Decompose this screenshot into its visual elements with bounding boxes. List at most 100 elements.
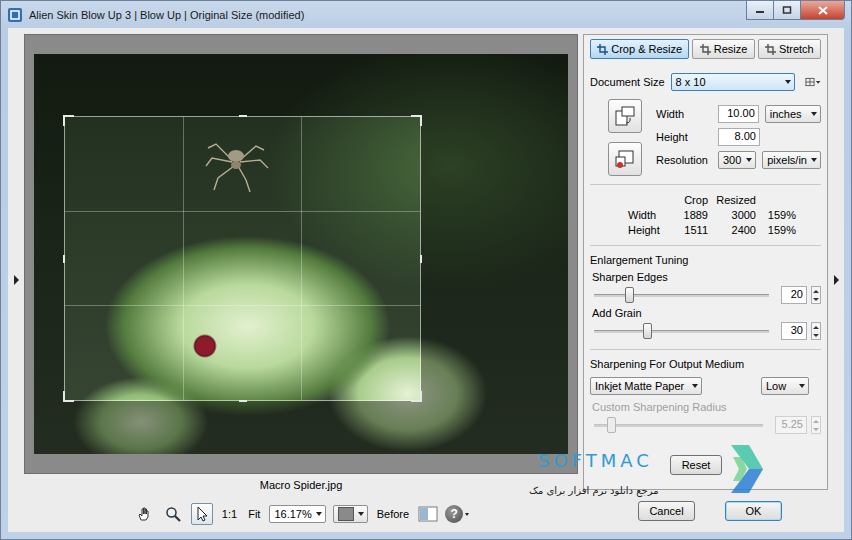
resolution-units-dropdown[interactable]: pixels/in [762,151,821,169]
help-button[interactable]: ? [445,505,469,523]
resized-cell: 2400 [708,224,756,236]
hand-tool[interactable] [133,503,155,525]
actual-size-button[interactable]: 1:1 [220,506,239,522]
crop-handle[interactable] [411,115,422,126]
column-header: Resized [708,194,756,206]
preview-column: Macro Spider.jpg1:1Fit16.17%Before? [24,28,578,532]
grid-line [183,117,184,400]
slider-thumb[interactable] [625,287,634,303]
crop-handle[interactable] [239,400,247,402]
dropdown-arrow-icon [811,112,817,116]
resolution-dropdown[interactable]: 300 [718,151,756,169]
crop-box[interactable] [64,116,421,401]
document-size-dropdown[interactable]: 8 x 10 [671,73,795,91]
mode-tabs: Crop & ResizeResizeStretch [590,39,821,59]
slider-track[interactable] [594,322,769,340]
slider-value[interactable]: 5.25 [775,416,807,434]
background-color-dropdown[interactable] [333,505,368,523]
height-row: Height 8.00 [656,128,821,146]
table-row: Height15112400159% [628,223,821,237]
split-view-icon[interactable] [418,505,438,523]
mode-tab[interactable]: Crop & Resize [590,39,689,59]
dialog-button[interactable]: OK [725,501,782,521]
slider-group: Sharpen Edges20 [590,271,821,305]
column-header: Crop [672,194,708,206]
width-row: Width 10.00 inches [656,105,821,123]
crop-handle[interactable] [420,255,422,263]
reset-button[interactable]: Reset [670,455,722,475]
slider-value[interactable]: 30 [781,322,807,340]
dropdown-arrow-icon [785,80,791,84]
spinner[interactable] [811,322,821,340]
slider-group: Add Grain30 [590,307,821,341]
separator [590,349,821,350]
width-label: Width [656,108,712,120]
zoom-dropdown[interactable]: 16.17% [269,505,325,523]
watermark-tagline: مرجع دانلود نرم افزار برای مک [529,485,659,496]
dropdown-arrow-icon [465,513,469,516]
grid-line [301,117,302,400]
width-field[interactable]: 10.00 [718,105,759,123]
dropdown-arrow-icon [358,512,364,516]
crop-handle[interactable] [63,255,65,263]
fit-button[interactable]: Fit [246,506,262,522]
slider-track[interactable] [594,286,769,304]
resolution-label: Resolution [656,154,712,166]
crop-handle[interactable] [411,391,422,402]
minimize-button[interactable] [746,1,774,20]
crop-icon [700,44,711,55]
zoom-tool[interactable] [162,503,184,525]
dropdown-arrow-icon [316,512,322,516]
close-button[interactable] [801,1,845,20]
minimize-icon [755,6,765,14]
crop-handle[interactable] [63,391,74,402]
before-button[interactable]: Before [375,506,411,522]
left-panel-toggle[interactable] [8,28,24,532]
section-title: Sharpening For Output Medium [590,358,821,373]
resize-reset-icon [614,148,636,170]
table-header: CropResized [628,193,821,207]
slider-track[interactable] [594,416,763,434]
mode-tab[interactable]: Resize [692,39,754,59]
select-tool[interactable] [191,503,213,525]
up-arrow-icon [812,323,820,331]
hand-icon [136,506,152,522]
dimension-buttons [590,99,656,176]
dialog-buttons: Cancel OK [583,490,828,532]
output-medium-dropdown[interactable]: Inkjet Matte Paper [590,377,702,395]
height-label: Height [656,131,712,143]
maximize-button[interactable] [774,1,801,20]
maximize-icon [782,6,792,14]
up-arrow-icon [812,287,820,295]
slider-row: 30 [590,321,821,341]
title-bar: Alien Skin Blow Up 3 | Blow Up | Origina… [1,1,851,28]
units-dropdown[interactable]: inches [765,105,821,123]
color-swatch [338,507,354,521]
slider-thumb[interactable] [607,417,616,433]
dialog-button[interactable]: Cancel [638,501,695,521]
spinner[interactable] [811,416,821,434]
crop-handle[interactable] [239,115,247,117]
slider-row: 5.25 [590,415,821,435]
slider-thumb[interactable] [643,323,652,339]
crop-handle[interactable] [63,115,74,126]
dropdown-arrow-icon [799,384,805,388]
watermark-logo-icon [729,441,765,497]
spinner[interactable] [811,286,821,304]
dimension-fields: Width 10.00 inches Height 8.00 Resolution 300 p… [656,99,821,176]
blow-up-dialog: Alien Skin Blow Up 3 | Blow Up | Origina… [0,0,852,540]
expand-arrow-icon [14,275,19,285]
slider-value[interactable]: 20 [781,286,807,304]
crop-icon [765,44,776,55]
height-field[interactable]: 8.00 [718,128,760,146]
collapse-arrow-icon [834,275,839,285]
app-logo-icon [7,7,23,23]
sharpening-strength-dropdown[interactable]: Low [761,377,809,395]
original-size-button[interactable] [608,142,642,176]
presets-menu-icon[interactable] [805,76,821,88]
document-size-row: Document Size8 x 10 [590,73,821,91]
swap-orientation-button[interactable] [608,99,642,133]
crop-cell: 1511 [672,224,708,236]
right-panel-toggle[interactable] [828,28,844,532]
mode-tab[interactable]: Stretch [758,39,821,59]
